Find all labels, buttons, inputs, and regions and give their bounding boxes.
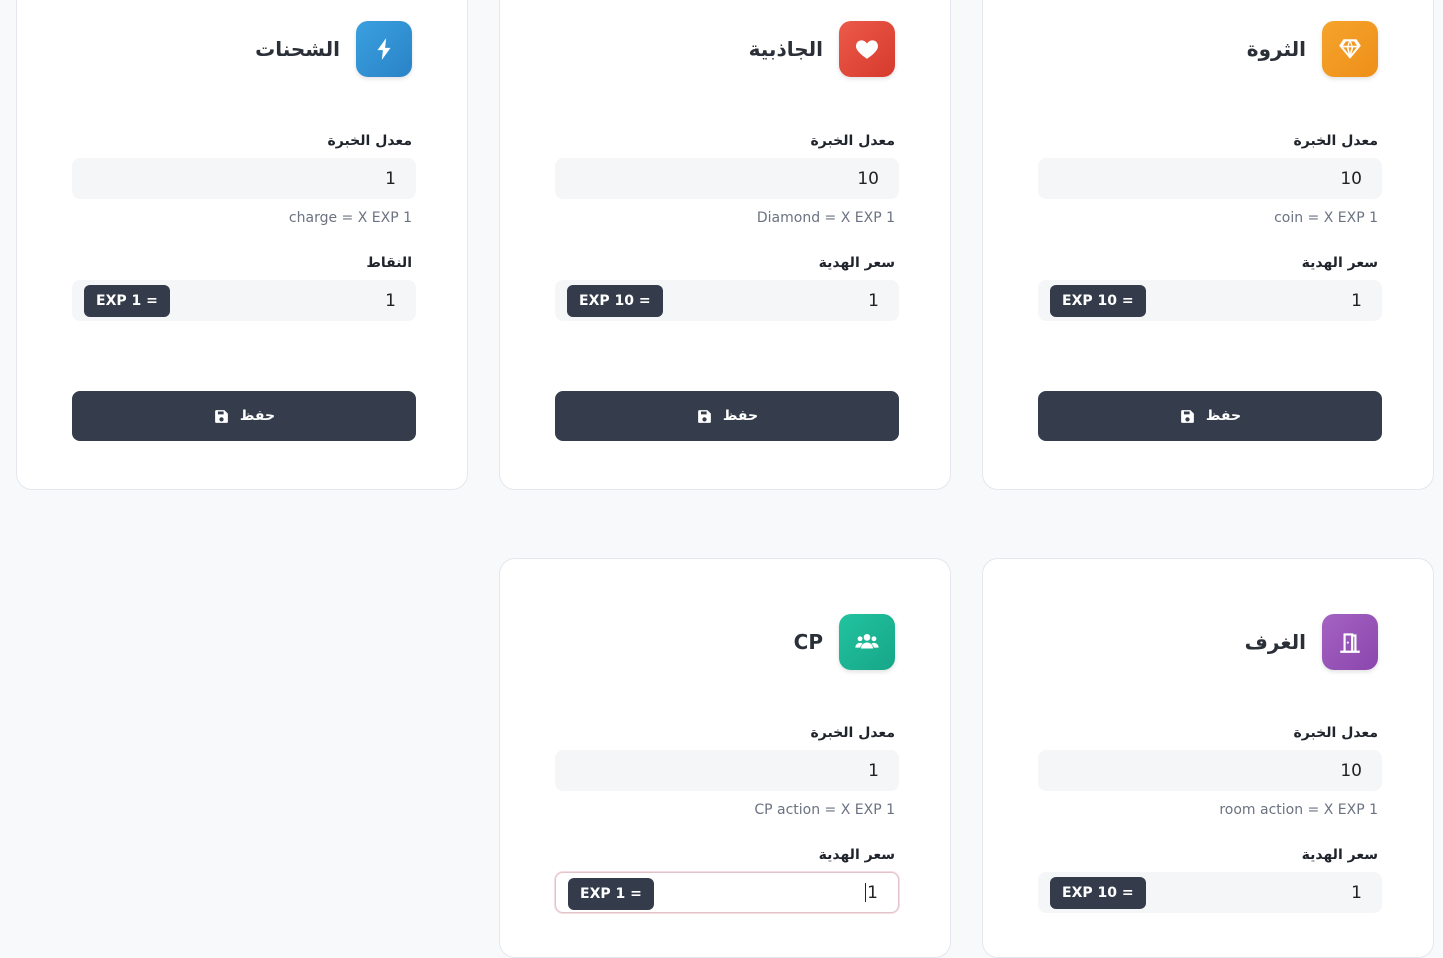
exp-rate-value: 10 bbox=[1340, 168, 1362, 189]
exp-badge: EXP 10 = bbox=[1050, 285, 1146, 317]
exp-badge: EXP 10 = bbox=[567, 285, 663, 317]
exp-badge: EXP 1 = bbox=[568, 878, 654, 910]
gift-price-label: سعر الهدية bbox=[1301, 255, 1378, 271]
card-header: الغرف bbox=[1034, 614, 1378, 670]
exp-rate-label: معدل الخبرة bbox=[810, 725, 895, 741]
save-button[interactable]: حفظ bbox=[72, 391, 416, 441]
save-label: حفظ bbox=[722, 408, 759, 424]
save-button[interactable]: حفظ bbox=[1038, 391, 1382, 441]
exp-rate-label: معدل الخبرة bbox=[327, 133, 412, 149]
gift-price-input[interactable]: EXP 10 = 1 bbox=[555, 280, 899, 321]
exp-rate-input[interactable]: 10 bbox=[555, 158, 899, 199]
heart-icon bbox=[839, 21, 895, 77]
card-charm: الجاذبية معدل الخبرة 10 Diamond = X EXP … bbox=[499, 0, 951, 490]
points-label: النقاط bbox=[366, 255, 412, 271]
save-button[interactable]: حفظ bbox=[555, 391, 899, 441]
card-title: الجاذبية bbox=[748, 37, 823, 61]
exp-rate-input[interactable]: 10 bbox=[1038, 158, 1382, 199]
exp-badge: EXP 10 = bbox=[1050, 877, 1146, 909]
exp-rate-value: 10 bbox=[857, 168, 879, 189]
gift-price-text: 1 bbox=[867, 882, 878, 903]
card-header: CP bbox=[551, 614, 895, 670]
card-header: الجاذبية bbox=[551, 21, 895, 77]
card-title: الغرف bbox=[1244, 630, 1306, 654]
door-icon bbox=[1322, 614, 1378, 670]
exp-rate-input[interactable]: 10 bbox=[1038, 750, 1382, 791]
save-label: حفظ bbox=[1205, 408, 1242, 424]
exp-rate-input[interactable]: 1 bbox=[555, 750, 899, 791]
card-header: الثروة bbox=[1034, 21, 1378, 77]
exp-rate-value: 1 bbox=[385, 168, 396, 189]
save-icon bbox=[698, 409, 711, 423]
exp-rate-value: 1 bbox=[868, 760, 879, 781]
gift-price-label: سعر الهدية bbox=[1301, 847, 1378, 863]
exp-hint: charge = X EXP 1 bbox=[288, 210, 412, 226]
points-input[interactable]: EXP 1 = 1 bbox=[72, 280, 416, 321]
gift-price-input[interactable]: EXP 10 = 1 bbox=[1038, 872, 1382, 913]
gift-price-value: 1 bbox=[1351, 882, 1362, 903]
card-title: الشحنات bbox=[255, 37, 340, 61]
card-rooms: الغرف معدل الخبرة 10 room action = X EXP… bbox=[982, 558, 1434, 958]
gift-price-input[interactable]: EXP 10 = 1 bbox=[1038, 280, 1382, 321]
gift-price-value: 1 bbox=[1351, 290, 1362, 311]
exp-hint: CP action = X EXP 1 bbox=[754, 802, 895, 818]
users-icon bbox=[839, 614, 895, 670]
card-wealth: الثروة معدل الخبرة 10 coin = X EXP 1 سعر… bbox=[982, 0, 1434, 490]
card-title: الثروة bbox=[1246, 37, 1306, 61]
save-icon bbox=[215, 409, 228, 423]
card-header: الشحنات bbox=[68, 21, 412, 77]
points-value: 1 bbox=[385, 290, 396, 311]
exp-rate-label: معدل الخبرة bbox=[1293, 133, 1378, 149]
exp-hint: coin = X EXP 1 bbox=[1274, 210, 1378, 226]
gift-price-label: سعر الهدية bbox=[818, 847, 895, 863]
gift-price-input[interactable]: EXP 1 = 1 bbox=[555, 872, 899, 913]
exp-hint: room action = X EXP 1 bbox=[1219, 802, 1378, 818]
exp-hint: Diamond = X EXP 1 bbox=[756, 210, 895, 226]
exp-rate-input[interactable]: 1 bbox=[72, 158, 416, 199]
bolt-icon bbox=[356, 21, 412, 77]
gift-price-value: 1 bbox=[868, 290, 879, 311]
exp-badge: EXP 1 = bbox=[84, 285, 170, 317]
diamond-icon bbox=[1322, 21, 1378, 77]
save-label: حفظ bbox=[239, 408, 276, 424]
save-icon bbox=[1181, 409, 1194, 423]
card-title: CP bbox=[793, 630, 823, 654]
card-cp: CP معدل الخبرة 1 CP action = X EXP 1 سعر… bbox=[499, 558, 951, 958]
exp-rate-label: معدل الخبرة bbox=[1293, 725, 1378, 741]
gift-price-value: 1 bbox=[865, 883, 898, 903]
exp-rate-value: 10 bbox=[1340, 760, 1362, 781]
card-charges: الشحنات معدل الخبرة 1 charge = X EXP 1 ا… bbox=[16, 0, 468, 490]
gift-price-label: سعر الهدية bbox=[818, 255, 895, 271]
exp-rate-label: معدل الخبرة bbox=[810, 133, 895, 149]
